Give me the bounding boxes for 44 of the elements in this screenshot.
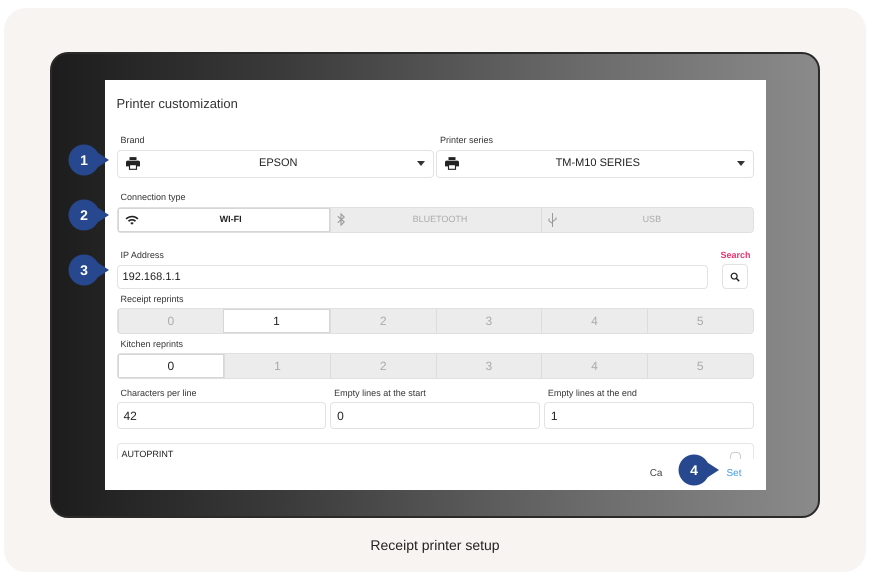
connection-tab[interactable]: BLUETOOTH (330, 208, 542, 232)
segment-option[interactable]: 4 (541, 309, 647, 333)
field-label: IP Address (120, 251, 164, 260)
segment-option[interactable]: 5 (646, 309, 753, 333)
wifi-icon (124, 214, 138, 225)
connection-tab[interactable]: USB (541, 208, 752, 232)
field-label: Empty lines at the start (334, 389, 426, 398)
printer-icon (445, 157, 459, 170)
search-label: Search (720, 248, 750, 262)
connection-tab[interactable]: WI-FI (118, 208, 330, 232)
segment-option[interactable]: 3 (436, 309, 542, 333)
field-label: Printer series (440, 136, 494, 144)
dropdown[interactable]: TM-M10 SERIES (436, 150, 754, 178)
segment-option[interactable]: 3 (436, 354, 542, 378)
number-field[interactable]: 0 (330, 402, 540, 429)
autoprint-label: AUTOPRINT (122, 450, 174, 459)
bluetooth-icon (336, 213, 345, 226)
printer-icon (126, 157, 140, 170)
segment-option[interactable]: 1 (223, 309, 330, 333)
field-label: Brand (120, 136, 145, 144)
search-button[interactable] (722, 264, 748, 289)
caret-icon (417, 161, 425, 166)
caption: Receipt printer setup (370, 536, 500, 555)
dropdown[interactable]: EPSON (116, 150, 434, 178)
ip-address-field[interactable]: 192.168.1.1 (116, 265, 708, 289)
usb-icon (548, 212, 558, 226)
set-button[interactable]: Set (726, 466, 742, 481)
field-label: Empty lines at the end (548, 389, 637, 398)
number-field[interactable]: 1 (544, 402, 754, 429)
segment-option[interactable]: 0 (118, 354, 224, 378)
segment-option[interactable]: 4 (541, 354, 647, 378)
field-label: Kitchen reprints (120, 340, 184, 349)
number-field[interactable]: 42 (116, 402, 326, 429)
caret-icon (736, 161, 744, 166)
segment-option[interactable]: 1 (224, 354, 330, 378)
field-label: Connection type (120, 192, 186, 202)
field-label: Characters per line (120, 389, 197, 398)
cancel-button[interactable]: Ca (650, 466, 662, 481)
segment-option[interactable]: 5 (646, 354, 753, 378)
search-icon (730, 272, 740, 282)
segment-option[interactable]: 2 (330, 354, 436, 378)
dialog-title: Printer customization (116, 95, 239, 113)
segment-option[interactable]: 2 (330, 309, 436, 333)
field-label: Receipt reprints (120, 295, 184, 304)
